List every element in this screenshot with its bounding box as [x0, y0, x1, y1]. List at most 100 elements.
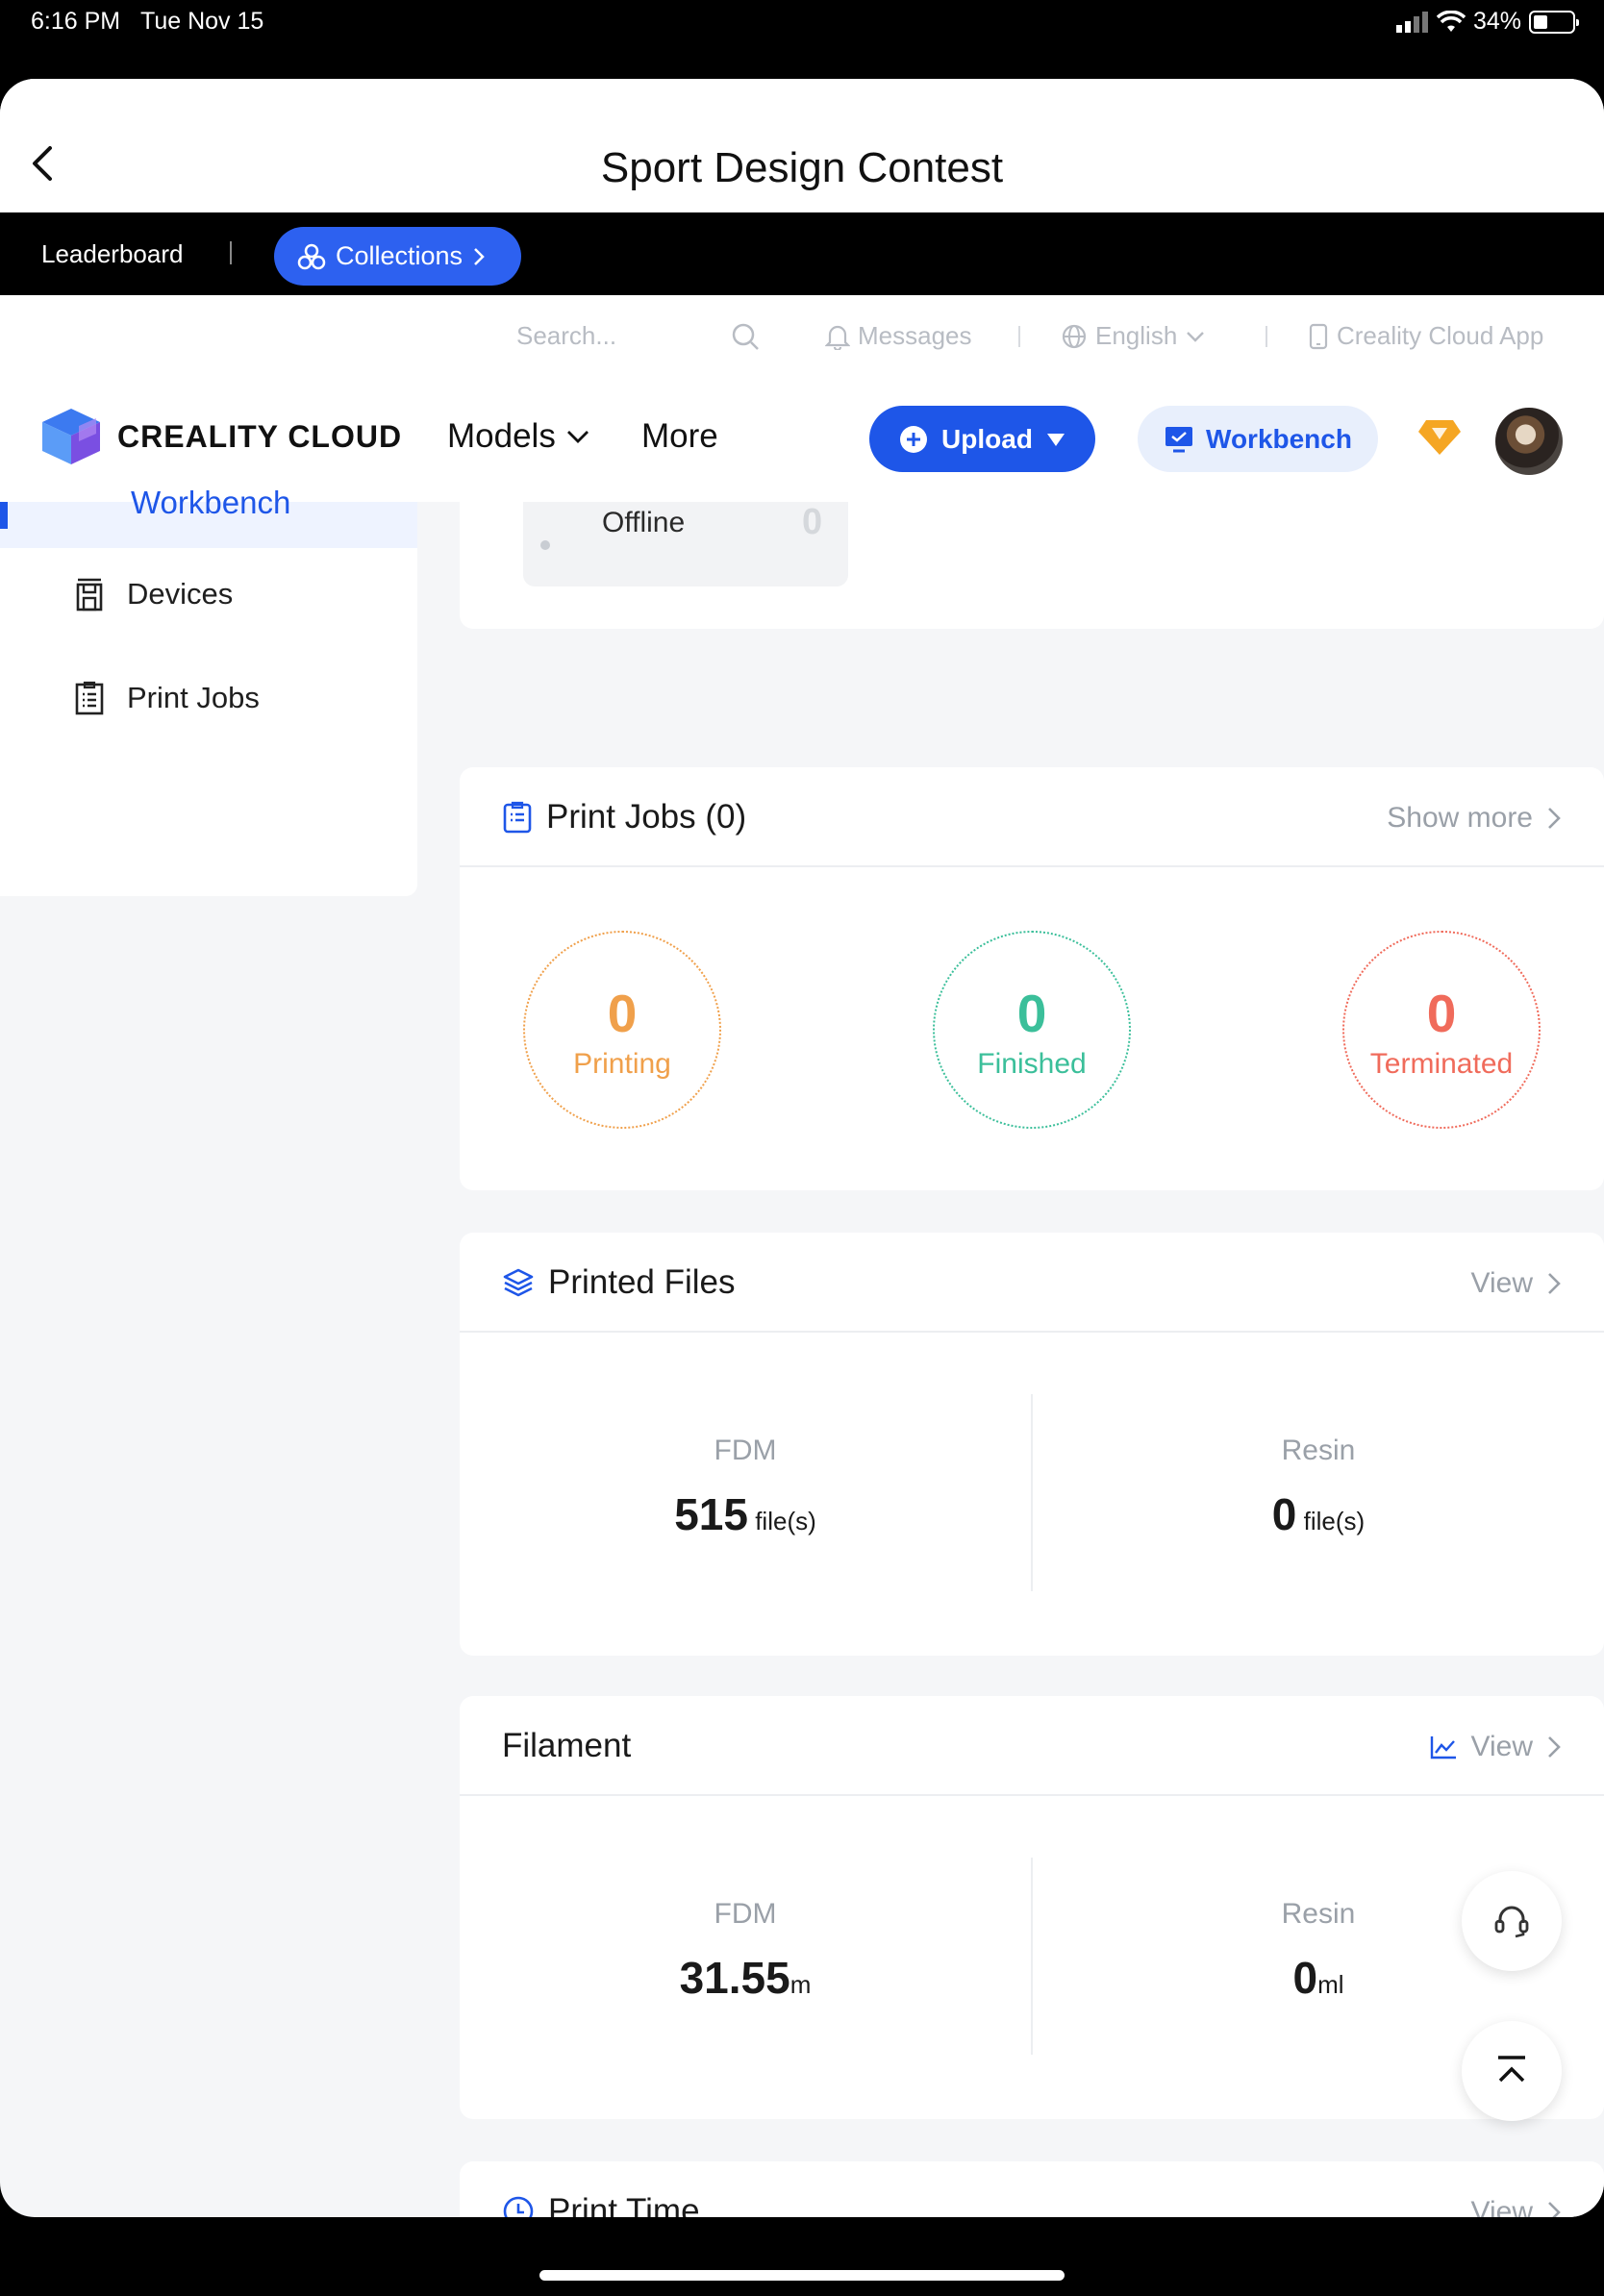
- app-sheet: Sport Design Contest Leaderboard Collect…: [0, 79, 1604, 2217]
- customer-support-button[interactable]: [1462, 1871, 1562, 1971]
- search-input[interactable]: Search...: [516, 321, 616, 351]
- fdm-files-stat: FDM 515 file(s): [460, 1435, 1031, 1540]
- brand-name: CREALITY CLOUD: [117, 418, 403, 454]
- creality-logo[interactable]: CREALITY CLOUD: [38, 407, 402, 466]
- upload-button[interactable]: Upload: [869, 406, 1095, 472]
- resin-files-value: 0 file(s): [1033, 1488, 1604, 1540]
- avatar[interactable]: [1495, 408, 1563, 475]
- card-title: Filament: [502, 1727, 631, 1765]
- back-to-top-button[interactable]: [1462, 2021, 1562, 2121]
- sidebar-item-label: Devices: [127, 577, 234, 611]
- clipboard-list-icon: [75, 681, 104, 715]
- clock-icon: [503, 2196, 534, 2217]
- divider: [1266, 326, 1267, 347]
- terminated-stat[interactable]: 0 Terminated: [1342, 931, 1541, 1129]
- show-more-link[interactable]: Show more: [1387, 802, 1562, 835]
- language-select[interactable]: English: [1061, 321, 1206, 351]
- view-link[interactable]: View: [1429, 1731, 1562, 1763]
- globe-icon: [1062, 324, 1087, 348]
- collections-button[interactable]: Collections: [274, 227, 521, 286]
- workbench-button[interactable]: Workbench: [1138, 406, 1378, 472]
- wifi-icon: [1436, 10, 1466, 32]
- view-label: View: [1470, 2196, 1533, 2217]
- chevron-right-icon: [1548, 1273, 1561, 1294]
- messages-label: Messages: [858, 321, 972, 350]
- plus-circle-icon: [900, 425, 928, 453]
- headset-icon: [1494, 1906, 1529, 1938]
- layers-icon: [503, 1268, 534, 1297]
- sheet-header: Sport Design Contest: [0, 79, 1604, 212]
- printer-icon: [76, 578, 103, 611]
- print-jobs-card: Print Jobs (0) Show more 0 Printing 0 Fi…: [460, 767, 1604, 1190]
- upload-label: Upload: [941, 423, 1033, 454]
- battery-icon: [1529, 10, 1579, 34]
- card-title: Print Jobs (0): [502, 798, 746, 836]
- language-label: English: [1095, 321, 1178, 350]
- printed-files-title: Printed Files: [548, 1263, 736, 1301]
- print-time-title: Print Time: [548, 2192, 700, 2217]
- diamond-membership-icon[interactable]: [1416, 418, 1463, 457]
- home-indicator: [539, 2270, 1065, 2281]
- card-title: Print Time: [502, 2192, 700, 2217]
- collections-label: Collections: [336, 241, 464, 270]
- fdm-filament-stat: FDM 31.55m: [460, 1898, 1031, 2004]
- fdm-files-unit: file(s): [755, 1507, 816, 1535]
- finished-count: 0: [1016, 984, 1047, 1043]
- finished-stat[interactable]: 0 Finished: [933, 931, 1131, 1129]
- workbench-label: Workbench: [1206, 423, 1352, 454]
- chevron-right-icon: [1548, 1736, 1561, 1758]
- cube-logo-icon: [42, 409, 100, 464]
- filament-title: Filament: [502, 1727, 632, 1764]
- view-label: View: [1470, 1267, 1533, 1299]
- monitor-icon: [1165, 426, 1193, 452]
- phone-icon: [1309, 323, 1328, 349]
- models-menu[interactable]: Models: [447, 417, 590, 456]
- chevron-right-icon: [474, 247, 485, 265]
- view-link[interactable]: View: [1471, 2196, 1562, 2217]
- printed-files-card: Printed Files View FDM 515 file(s) Resin…: [460, 1233, 1604, 1656]
- printing-stat[interactable]: 0 Printing: [523, 931, 721, 1129]
- status-indicators: 34%: [1395, 8, 1579, 36]
- battery-percent: 34%: [1472, 8, 1521, 35]
- fdm-filament-unit: m: [789, 1970, 812, 1999]
- app-label: Creality Cloud App: [1337, 321, 1544, 350]
- sidebar-item-workbench[interactable]: Workbench: [0, 485, 417, 548]
- app-download-link[interactable]: Creality Cloud App: [1308, 321, 1543, 351]
- fdm-label: FDM: [714, 1898, 777, 1930]
- utility-nav: Search... Messages English Creality Clou…: [0, 295, 1604, 374]
- divider: [230, 241, 232, 264]
- main-nav: CREALITY CLOUD Models More Upload Workbe…: [0, 374, 1604, 502]
- chevron-down-icon: [566, 431, 589, 443]
- resin-files-unit: file(s): [1303, 1507, 1366, 1535]
- chevron-right-icon: [1548, 2202, 1561, 2217]
- offline-status-dot: [540, 540, 550, 550]
- print-jobs-title: Print Jobs (0): [546, 798, 747, 836]
- sidebar: Workbench Devices Print Jobs: [0, 485, 417, 896]
- sidebar-item-print-jobs[interactable]: Print Jobs: [73, 681, 260, 715]
- view-label: View: [1470, 1731, 1533, 1762]
- status-time: 6:16 PM: [31, 8, 121, 35]
- finished-label: Finished: [977, 1048, 1087, 1080]
- fdm-label: FDM: [714, 1435, 777, 1466]
- more-label: More: [641, 417, 718, 455]
- card-header: Print Jobs (0) Show more: [460, 767, 1604, 867]
- fdm-filament-amount: 31.55: [679, 1953, 790, 2003]
- leaderboard-link[interactable]: Leaderboard: [41, 239, 183, 269]
- resin-label: Resin: [1281, 1435, 1356, 1466]
- models-label: Models: [447, 417, 556, 455]
- status-date: Tue Nov 15: [140, 8, 264, 35]
- devices-card: Offline 0: [460, 502, 1604, 629]
- view-link[interactable]: View: [1471, 1267, 1562, 1300]
- offline-count: 0: [802, 502, 823, 542]
- sidebar-item-devices[interactable]: Devices: [73, 577, 233, 611]
- card-header: Filament View: [460, 1696, 1604, 1796]
- clipboard-icon: [503, 801, 532, 834]
- sidebar-item-label: Print Jobs: [127, 681, 260, 714]
- page-title: Sport Design Contest: [600, 144, 1004, 191]
- printing-label: Printing: [573, 1048, 671, 1080]
- search-icon[interactable]: [731, 322, 760, 351]
- more-menu[interactable]: More: [641, 417, 718, 456]
- fdm-filament-value: 31.55m: [460, 1952, 1031, 2004]
- messages-link[interactable]: Messages: [825, 321, 972, 351]
- card-title: Printed Files: [502, 1263, 736, 1302]
